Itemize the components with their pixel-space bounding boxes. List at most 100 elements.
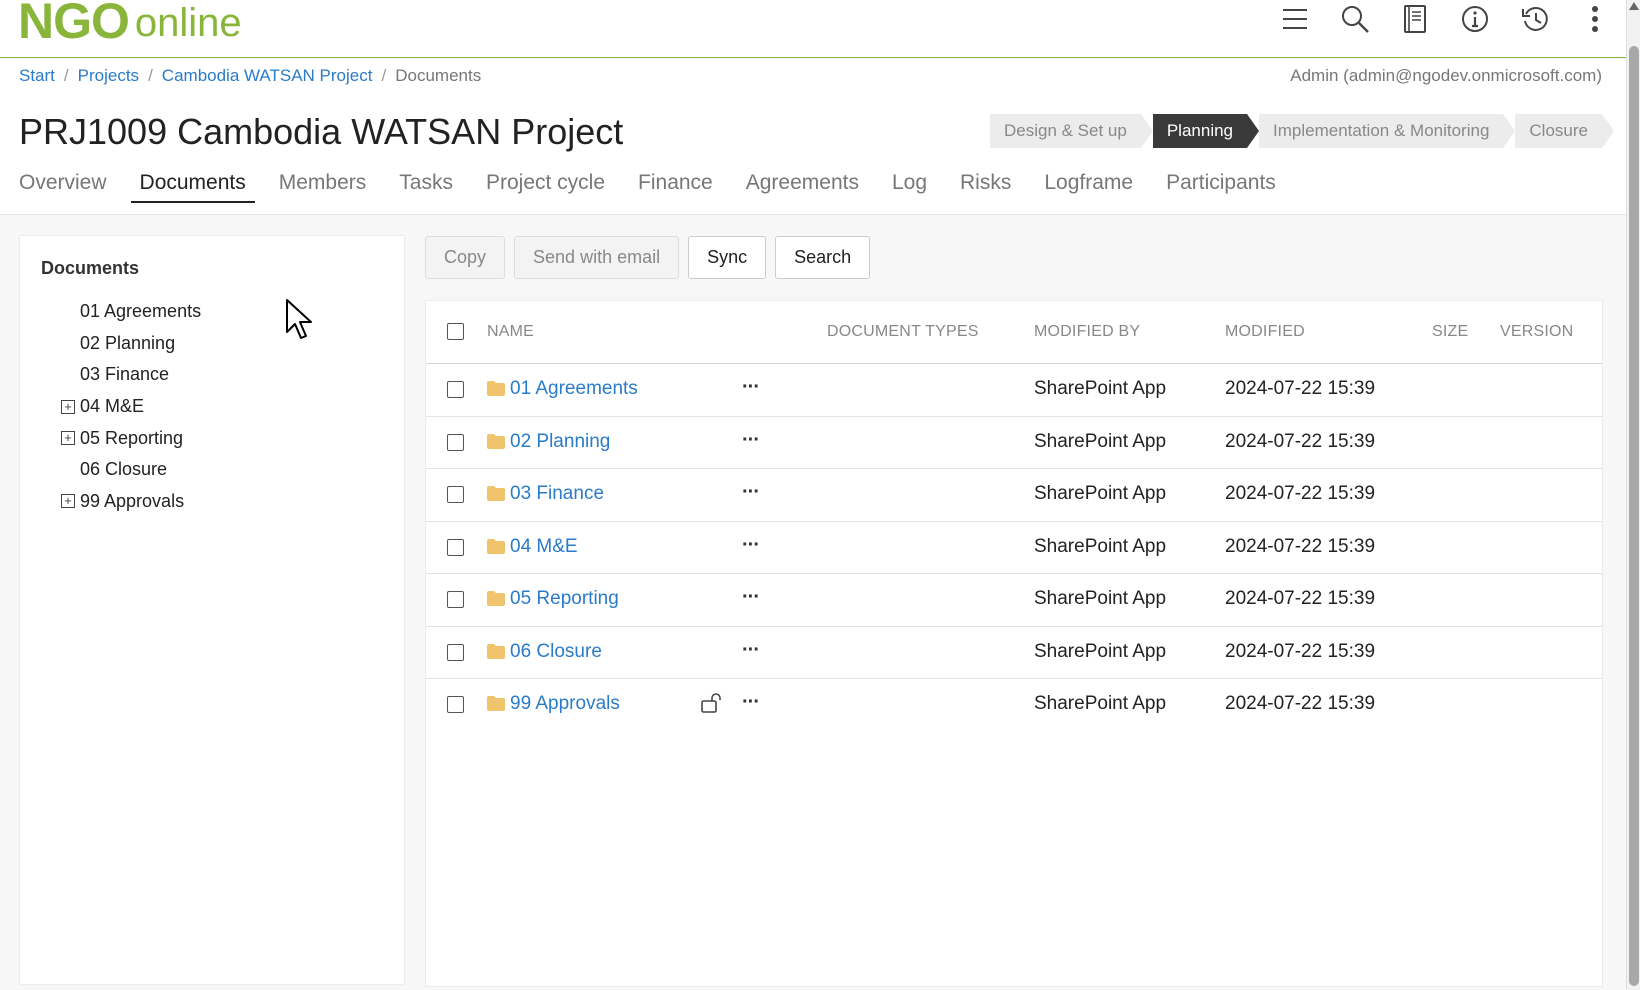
row-modified: 2024-07-22 15:39 [1225, 535, 1376, 557]
row-name-link[interactable]: 99 Approvals [510, 693, 620, 715]
row-checkbox[interactable] [447, 381, 464, 398]
row-name-link[interactable]: 02 Planning [510, 431, 610, 453]
sync-button[interactable]: Sync [688, 236, 767, 279]
scrollbar-thumb[interactable] [1629, 46, 1639, 986]
breadcrumb-start[interactable]: Start [19, 66, 55, 86]
row-modified-by: SharePoint App [1034, 588, 1167, 609]
stage-implementation-monitoring[interactable]: Implementation & Monitoring [1259, 114, 1516, 148]
table-row[interactable]: 02 Planning ··· SharePoint App 2024-07-2… [426, 417, 1602, 469]
column-header-name[interactable]: NAME [487, 323, 534, 341]
current-user[interactable]: Admin (admin@ngodev.onmicrosoft.com) [1290, 66, 1602, 86]
row-name-link[interactable]: 06 Closure [510, 641, 602, 663]
expand-icon[interactable]: + [61, 431, 75, 446]
stage-design-setup[interactable]: Design & Set up [989, 114, 1153, 148]
tab-project-cycle[interactable]: Project cycle [477, 171, 614, 203]
more-vertical-icon[interactable] [1580, 4, 1610, 34]
documents-table: NAME DOCUMENT TYPES MODIFIED BY MODIFIED… [425, 300, 1603, 987]
tab-documents[interactable]: Documents [130, 171, 255, 203]
table-row[interactable]: 01 Agreements ··· SharePoint App 2024-07… [426, 364, 1602, 417]
tab-members[interactable]: Members [270, 171, 376, 203]
app-logo[interactable]: NGO online [18, 0, 242, 48]
row-modified: 2024-07-22 15:39 [1225, 430, 1376, 452]
history-icon[interactable] [1520, 4, 1550, 34]
row-name-link[interactable]: 04 M&E [510, 536, 578, 558]
row-menu-icon[interactable]: ··· [742, 586, 760, 609]
row-menu-icon[interactable]: ··· [742, 376, 760, 399]
tab-log[interactable]: Log [883, 171, 936, 203]
folder-icon [487, 696, 505, 711]
expand-icon[interactable]: + [61, 399, 75, 414]
book-icon[interactable] [1400, 4, 1430, 34]
page-scrollbar[interactable] [1626, 0, 1640, 990]
info-icon[interactable] [1460, 4, 1490, 34]
breadcrumb-project[interactable]: Cambodia WATSAN Project [162, 66, 373, 86]
table-row[interactable]: 03 Finance ··· SharePoint App 2024-07-22… [426, 469, 1602, 522]
row-modified: 2024-07-22 15:39 [1225, 640, 1376, 662]
tab-agreements[interactable]: Agreements [737, 171, 868, 203]
row-name-link[interactable]: 05 Reporting [510, 588, 619, 610]
tab-risks[interactable]: Risks [951, 171, 1020, 203]
tree-item-closure[interactable]: 06 Closure [40, 454, 201, 486]
breadcrumb-separator: / [63, 66, 69, 85]
row-checkbox[interactable] [447, 433, 464, 451]
send-email-button[interactable]: Send with email [514, 236, 680, 279]
top-bar: NGO online [0, 0, 1640, 58]
breadcrumb-projects[interactable]: Projects [78, 66, 139, 86]
tab-participants[interactable]: Participants [1157, 171, 1285, 203]
tab-logframe[interactable]: Logframe [1035, 171, 1142, 203]
tree-item-label: 01 Agreements [80, 301, 202, 322]
table-row[interactable]: 06 Closure ··· SharePoint App 2024-07-22… [426, 627, 1602, 679]
top-icons [1280, 2, 1610, 36]
table-row[interactable]: 04 M&E ··· SharePoint App 2024-07-22 15:… [426, 522, 1602, 574]
document-toolbar: Copy Send with email Sync Search [425, 236, 871, 279]
scroll-up-icon[interactable] [1629, 2, 1639, 10]
tree-item-label: 04 M&E [80, 396, 145, 417]
row-checkbox[interactable] [447, 643, 464, 661]
row-checkbox[interactable] [447, 696, 464, 713]
folder-tree: 01 Agreements 02 Planning 03 Finance +04… [40, 296, 201, 517]
unlock-icon[interactable] [701, 693, 725, 713]
row-modified-by: SharePoint App [1034, 483, 1167, 504]
table-row[interactable]: 99 Approvals ··· SharePoint App 2024-07-… [426, 679, 1602, 732]
row-menu-icon[interactable]: ··· [742, 691, 760, 714]
table-row[interactable]: 05 Reporting ··· SharePoint App 2024-07-… [426, 574, 1602, 627]
row-checkbox[interactable] [447, 538, 464, 556]
page-header: Start / Projects / Cambodia WATSAN Proje… [0, 59, 1640, 215]
tree-item-me[interactable]: +04 M&E [40, 391, 201, 423]
menu-icon[interactable] [1280, 4, 1310, 34]
row-modified: 2024-07-22 15:39 [1225, 693, 1376, 714]
tab-finance[interactable]: Finance [629, 171, 722, 203]
search-icon[interactable] [1340, 4, 1370, 34]
folder-icon [487, 591, 505, 606]
project-stages: Design & Set up Planning Implementation … [978, 114, 1614, 148]
stage-planning[interactable]: Planning [1152, 114, 1260, 148]
row-menu-icon[interactable]: ··· [742, 481, 760, 504]
expand-icon[interactable]: + [61, 494, 75, 509]
tree-item-reporting[interactable]: +05 Reporting [40, 422, 201, 454]
tree-item-agreements[interactable]: 01 Agreements [40, 296, 201, 328]
column-header-modified-by[interactable]: MODIFIED BY [1034, 323, 1140, 341]
search-button[interactable]: Search [775, 236, 871, 279]
row-checkbox[interactable] [447, 591, 464, 608]
folder-icon [487, 643, 505, 659]
column-header-size[interactable]: SIZE [1432, 323, 1468, 341]
tree-item-approvals[interactable]: +99 Approvals [40, 486, 201, 518]
stage-closure[interactable]: Closure [1515, 114, 1614, 148]
row-checkbox[interactable] [447, 486, 464, 503]
row-modified: 2024-07-22 15:39 [1225, 483, 1376, 504]
tab-tasks[interactable]: Tasks [390, 171, 462, 203]
row-name-link[interactable]: 01 Agreements [510, 378, 638, 400]
copy-button[interactable]: Copy [425, 236, 506, 279]
row-menu-icon[interactable]: ··· [742, 429, 760, 452]
row-modified: 2024-07-22 15:39 [1225, 588, 1376, 609]
row-name-link[interactable]: 03 Finance [510, 483, 604, 505]
select-all-checkbox[interactable] [447, 323, 464, 340]
row-menu-icon[interactable]: ··· [742, 534, 760, 557]
tab-overview[interactable]: Overview [19, 171, 116, 203]
column-header-version[interactable]: VERSION [1500, 323, 1573, 341]
tree-item-planning[interactable]: 02 Planning [40, 328, 201, 360]
row-menu-icon[interactable]: ··· [742, 639, 760, 662]
tree-item-finance[interactable]: 03 Finance [40, 359, 201, 391]
column-header-modified[interactable]: MODIFIED [1225, 323, 1305, 341]
column-header-document-types[interactable]: DOCUMENT TYPES [827, 323, 979, 341]
